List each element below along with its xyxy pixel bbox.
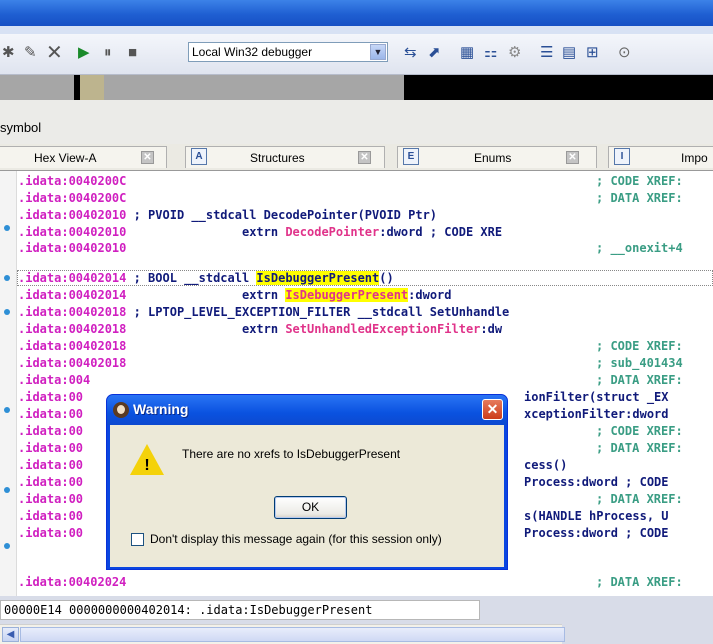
listing-line[interactable]: .idata:0040200C; CODE XREF: [18,174,683,189]
listing-line[interactable]: .idata:004; DATA XREF: [18,373,683,388]
delete-icon[interactable]: ✕ [46,43,63,63]
listing-line[interactable]: .idata:00402010; __onexit+4 [18,241,683,256]
jump-icon[interactable]: ⬈ [428,44,441,62]
list-icon[interactable]: ☰ [540,44,553,62]
structures-icon: A [191,148,207,165]
xref-icon[interactable]: ⇆ [404,44,417,62]
chevron-down-icon[interactable]: ▼ [370,44,386,60]
play-icon[interactable]: ▶ [78,44,90,62]
listing-line[interactable]: .idata:00 s(HANDLE hProcess, U [18,509,669,524]
listing-line[interactable]: .idata:00402010 extrn DecodePointer:dwor… [18,225,502,240]
listing-line[interactable]: .idata:00; DATA XREF: [18,492,683,507]
symbol-label: symbol [0,120,42,135]
tab-imports[interactable]: I Impo [608,146,713,168]
listing-line[interactable]: .idata:00 ionFilter(struct _EX [18,390,669,405]
dialog-titlebar[interactable]: Warning ✕ [107,395,507,425]
pause-icon[interactable]: ⏸ [104,44,112,62]
xref-dot-icon [4,275,10,281]
graph-icon[interactable]: ▦ [460,44,474,62]
app-logo-icon [113,402,129,418]
close-icon[interactable]: ✕ [566,151,579,164]
add-icon[interactable]: ✱ [2,44,15,62]
highlighted-identifier[interactable]: DecodePointer [285,225,379,239]
listing-status-line: 00000E14 0000000000402014: .idata:IsDebu… [0,600,480,620]
options-icon[interactable]: ⊙ [618,44,631,62]
listing-line[interactable]: .idata:00402018; CODE XREF: [18,339,683,354]
tree-icon[interactable]: ⊞ [586,44,599,62]
close-icon[interactable]: ✕ [358,151,371,164]
debugger-select-value: Local Win32 debugger [192,45,313,59]
listing-line[interactable]: .idata:00402018 extrn SetUnhandledExcept… [18,322,502,337]
listing-line[interactable]: .idata:00402018; sub_401434 [18,356,683,371]
close-icon[interactable]: ✕ [482,399,503,420]
dont-show-again-label[interactable]: Don't display this message again (for th… [150,532,442,546]
chevron-left-icon[interactable]: ◀ [2,627,19,642]
tab-strip: Hex View-A ✕ A Structures ✕ E Enums ✕ I … [0,144,713,171]
listing-line-selected[interactable]: .idata:00402014 ; BOOL __stdcall IsDebug… [18,271,394,286]
listing-line[interactable]: .idata:00 xceptionFilter:dword [18,407,669,422]
listing-line[interactable]: .idata:00 Process:dword ; CODE [18,526,669,541]
dont-show-again-checkbox[interactable] [131,533,144,546]
listing-line[interactable]: .idata:00 cess() [18,458,567,473]
flow-icon[interactable]: ⚙ [508,44,521,62]
listing-line[interactable]: .idata:00402010 ; PVOID __stdcall Decode… [18,208,437,223]
listing-line[interactable]: .idata:00402014 extrn IsDebuggerPresent:… [18,288,452,303]
edit-icon[interactable]: ✎ [24,44,37,62]
nav-cursor [80,75,104,100]
imports-icon: I [614,148,630,165]
listing-line[interactable]: .idata:00; CODE XREF: [18,424,683,439]
tab-label: Structures [250,151,305,165]
tab-enums[interactable]: E Enums ✕ [397,146,597,168]
xref-dot-icon [4,487,10,493]
window-titlebar [0,0,713,26]
table-icon[interactable]: ▤ [562,44,576,62]
xref-dot-icon [4,225,10,231]
highlighted-identifier[interactable]: IsDebuggerPresent [285,288,409,302]
nav-segment [404,75,713,100]
symbol-bar: symbol [0,100,713,144]
tab-label: Impo [681,151,708,165]
dialog-message: There are no xrefs to IsDebuggerPresent [182,447,401,461]
tab-structures[interactable]: A Structures ✕ [185,146,385,168]
dialog-title: Warning [133,401,189,417]
listing-line[interactable]: .idata:00; DATA XREF: [18,441,683,456]
debugger-select[interactable]: Local Win32 debugger ▼ [188,42,388,62]
listing-line[interactable]: .idata:00402024; DATA XREF: [18,575,683,590]
navigation-band[interactable] [0,75,713,100]
tab-label: Hex View-A [34,151,97,165]
enums-icon: E [403,148,419,165]
call-tree-icon[interactable]: ⚏ [484,44,497,62]
xref-dot-icon [4,407,10,413]
ok-button[interactable]: OK [274,496,347,519]
tab-label: Enums [474,151,512,165]
listing-line[interactable]: .idata:00 Process:dword ; CODE [18,475,669,490]
dialog-body: ! There are no xrefs to IsDebuggerPresen… [110,425,504,567]
highlighted-identifier[interactable]: SetUnhandledExceptionFilter [285,322,480,336]
listing-gutter [0,171,17,596]
listing-line[interactable]: .idata:00402018 ; LPTOP_LEVEL_EXCEPTION_… [18,305,509,320]
highlighted-identifier[interactable]: IsDebuggerPresent [256,271,380,285]
warning-dialog: Warning ✕ ! There are no xrefs to IsDebu… [106,394,508,570]
scrollbar-thumb[interactable] [20,627,565,642]
tab-hex-view[interactable]: Hex View-A ✕ [0,146,167,168]
close-icon[interactable]: ✕ [141,151,154,164]
exclamation-icon: ! [144,457,150,474]
xref-dot-icon [4,543,10,549]
stop-icon[interactable]: ■ [128,44,137,62]
horizontal-scrollbar[interactable]: ◀ [0,624,565,644]
listing-line[interactable]: .idata:0040200C; DATA XREF: [18,191,683,206]
toolbar: ✱ ✎ ✕ ▶ ⏸ ■ Local Win32 debugger ▼ ⇆ ⬈ ▦… [0,34,713,75]
xref-dot-icon [4,309,10,315]
